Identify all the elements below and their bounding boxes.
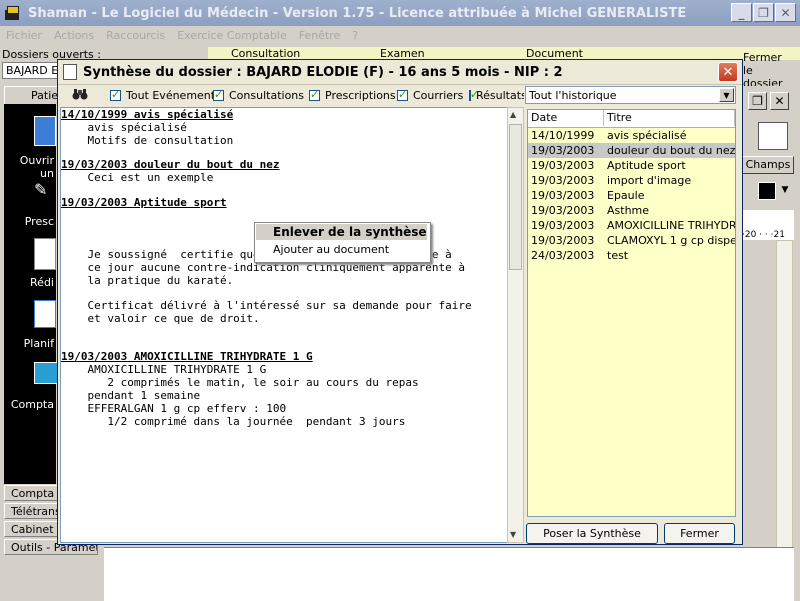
- history-filter-select[interactable]: Tout l'historique ▼: [525, 86, 736, 104]
- entry-heading: 19/03/2003 Aptitude sport: [61, 196, 227, 209]
- app-close-button[interactable]: ✕: [775, 3, 796, 22]
- doc-close-button[interactable]: ✕: [770, 92, 789, 110]
- champs-button[interactable]: Champs: [742, 156, 794, 174]
- dialog-titlebar: Synthèse du dossier : BAJARD ELODIE (F) …: [58, 60, 742, 85]
- document-icon[interactable]: [34, 238, 56, 270]
- sidebar-item-ouvrir[interactable]: Ouvrir un: [4, 154, 56, 180]
- close-dialog-button[interactable]: Fermer: [664, 523, 735, 544]
- document-icon: [63, 64, 77, 80]
- entry-line: EFFERALGAN 1 g cp efferv : 100: [61, 402, 287, 415]
- restore-button[interactable]: ❐: [753, 3, 774, 22]
- dialog-title: Synthèse du dossier : BAJARD ELODIE (F) …: [83, 64, 563, 80]
- column-date[interactable]: Date: [528, 110, 604, 126]
- synthese-dialog: Synthèse du dossier : BAJARD ELODIE (F) …: [57, 59, 743, 545]
- menu-raccourcis[interactable]: Raccourcis: [106, 29, 165, 42]
- doc-restore-button[interactable]: ❐: [748, 92, 767, 110]
- history-row-selected[interactable]: 19/03/2003 douleur du bout du nez: [528, 143, 735, 158]
- menu-exercice-comptable[interactable]: Exercice Comptable: [177, 29, 287, 42]
- history-row[interactable]: 19/03/2003CLAMOXYL 1 g cp dispersible: [528, 233, 735, 248]
- shaman-app-icon: [4, 5, 20, 21]
- edit-document-icon[interactable]: [758, 122, 788, 150]
- chevron-down-icon[interactable]: ▼: [778, 182, 792, 198]
- history-row[interactable]: 19/03/2003 Aptitude sport: [528, 158, 735, 173]
- app-title: Shaman - Le Logiciel du Médecin - Versio…: [28, 5, 687, 21]
- checkbox-icon[interactable]: [213, 88, 224, 101]
- entry-line: Ceci est un exemple: [61, 171, 214, 184]
- color-picker-icon[interactable]: [758, 182, 776, 200]
- entry-heading: 19/03/2003 AMOXICILLINE TRIHYDRATE 1 G: [61, 350, 313, 363]
- doc-scrollbar[interactable]: [776, 240, 793, 551]
- context-menu: Enlever de la synthèse Ajouter au docume…: [254, 222, 431, 263]
- sidebar-item-planning[interactable]: Planif: [4, 337, 56, 350]
- sidebar-item-rediger[interactable]: Rédi: [4, 276, 56, 289]
- scroll-thumb[interactable]: [509, 124, 522, 270]
- column-title[interactable]: Titre: [604, 110, 735, 126]
- entry-line: 1/2 comprimé dans la journée pendant 3 j…: [61, 415, 406, 428]
- entry-line: Motifs de consultation: [61, 134, 234, 147]
- filter-courriers[interactable]: Courriers: [397, 88, 463, 102]
- sidebar-item-prescription[interactable]: Presc: [4, 215, 56, 228]
- sidebar: Ouvrir un ✎ Presc Rédi Planif Compta: [4, 104, 58, 484]
- filter-consultations[interactable]: Consultations: [213, 88, 304, 102]
- filter-tout-evenement[interactable]: Tout Evénement: [110, 88, 215, 102]
- close-file-button[interactable]: Fermer le dossier: [743, 51, 791, 90]
- synthesis-text-area[interactable]: 14/10/1999 avis spécialisé avis spéciali…: [60, 107, 508, 543]
- entry-line: la pratique du karaté.: [61, 274, 234, 287]
- entry-line: avis spécialisé: [61, 121, 187, 134]
- history-header: Date Titre: [528, 110, 735, 128]
- menu-fenetre[interactable]: Fenêtre: [299, 29, 341, 42]
- chevron-down-icon[interactable]: ▼: [719, 88, 734, 102]
- open-folder-icon[interactable]: [34, 116, 56, 146]
- context-remove-from-synthesis[interactable]: Enlever de la synthèse: [256, 224, 427, 240]
- app-titlebar: Shaman - Le Logiciel du Médecin - Versio…: [0, 0, 800, 26]
- menubar: Fichier Actions Raccourcis Exercice Comp…: [0, 26, 800, 45]
- calculator-icon[interactable]: [34, 362, 58, 384]
- history-body: 14/10/1999 avis spécialisé 19/03/2003 doul…: [528, 128, 735, 516]
- dialog-close-button[interactable]: ✕: [718, 62, 738, 82]
- checkbox-icon[interactable]: [110, 88, 121, 101]
- background-editor-bottom: [104, 547, 794, 601]
- ruler: ·20 · · ·21: [742, 210, 794, 240]
- checkbox-icon[interactable]: [469, 89, 479, 101]
- filter-resultats[interactable]: Résultats: [469, 89, 524, 102]
- text-scrollbar[interactable]: ▲ ▼: [507, 107, 524, 543]
- sidebar-item-compta[interactable]: Compta: [4, 398, 56, 411]
- sidebar-header[interactable]: Patients: [4, 86, 75, 104]
- history-list: Date Titre 14/10/1999 avis spécialisé 19/…: [527, 109, 736, 517]
- entry-line: pendant 1 semaine: [61, 389, 201, 402]
- calendar-icon[interactable]: [34, 300, 56, 328]
- entry-line: AMOXICILLINE TRIHYDRATE 1 G: [61, 363, 267, 376]
- filter-prescriptions[interactable]: Prescriptions: [309, 88, 396, 102]
- menu-actions[interactable]: Actions: [54, 29, 94, 42]
- background-document-pane: ❐ ✕ Champs ▼ ·20 · · ·21: [742, 86, 796, 561]
- entry-heading: 14/10/1999 avis spécialisé: [61, 108, 234, 121]
- scroll-down-icon[interactable]: ▼: [510, 530, 516, 539]
- binoculars-icon[interactable]: [72, 88, 88, 101]
- scroll-up-icon[interactable]: ▲: [510, 110, 516, 119]
- minimize-button[interactable]: _: [731, 3, 752, 22]
- entry-line: 2 comprimés le matin, le soir au cours d…: [61, 376, 419, 389]
- menu-fichier[interactable]: Fichier: [6, 29, 42, 42]
- post-synthesis-button[interactable]: Poser la Synthèse: [526, 523, 658, 544]
- history-row[interactable]: 19/03/2003 Asthme: [528, 203, 735, 218]
- open-files-select[interactable]: BAJARD ELODIE: [2, 62, 60, 79]
- history-row[interactable]: 14/10/1999 avis spécialisé: [528, 128, 735, 143]
- context-add-to-document[interactable]: Ajouter au document: [256, 242, 427, 258]
- checkbox-icon[interactable]: [397, 88, 408, 101]
- checkbox-icon[interactable]: [309, 88, 320, 101]
- history-row[interactable]: 19/03/2003AMOXICILLINE TRIHYDRATE 1 G: [528, 218, 735, 233]
- history-row[interactable]: 19/03/2003 import d'image: [528, 173, 735, 188]
- entry-heading: 19/03/2003 douleur du bout du nez: [61, 158, 280, 171]
- entry-line: et valoir ce que de droit.: [61, 312, 260, 325]
- history-row[interactable]: 24/03/2003 test: [528, 248, 735, 263]
- history-row[interactable]: 19/03/2003 Epaule: [528, 188, 735, 203]
- entry-line: Certificat délivré à l'intéressé sur sa …: [61, 299, 472, 312]
- pen-icon[interactable]: ✎: [34, 180, 52, 199]
- menu-help[interactable]: ?: [352, 29, 358, 42]
